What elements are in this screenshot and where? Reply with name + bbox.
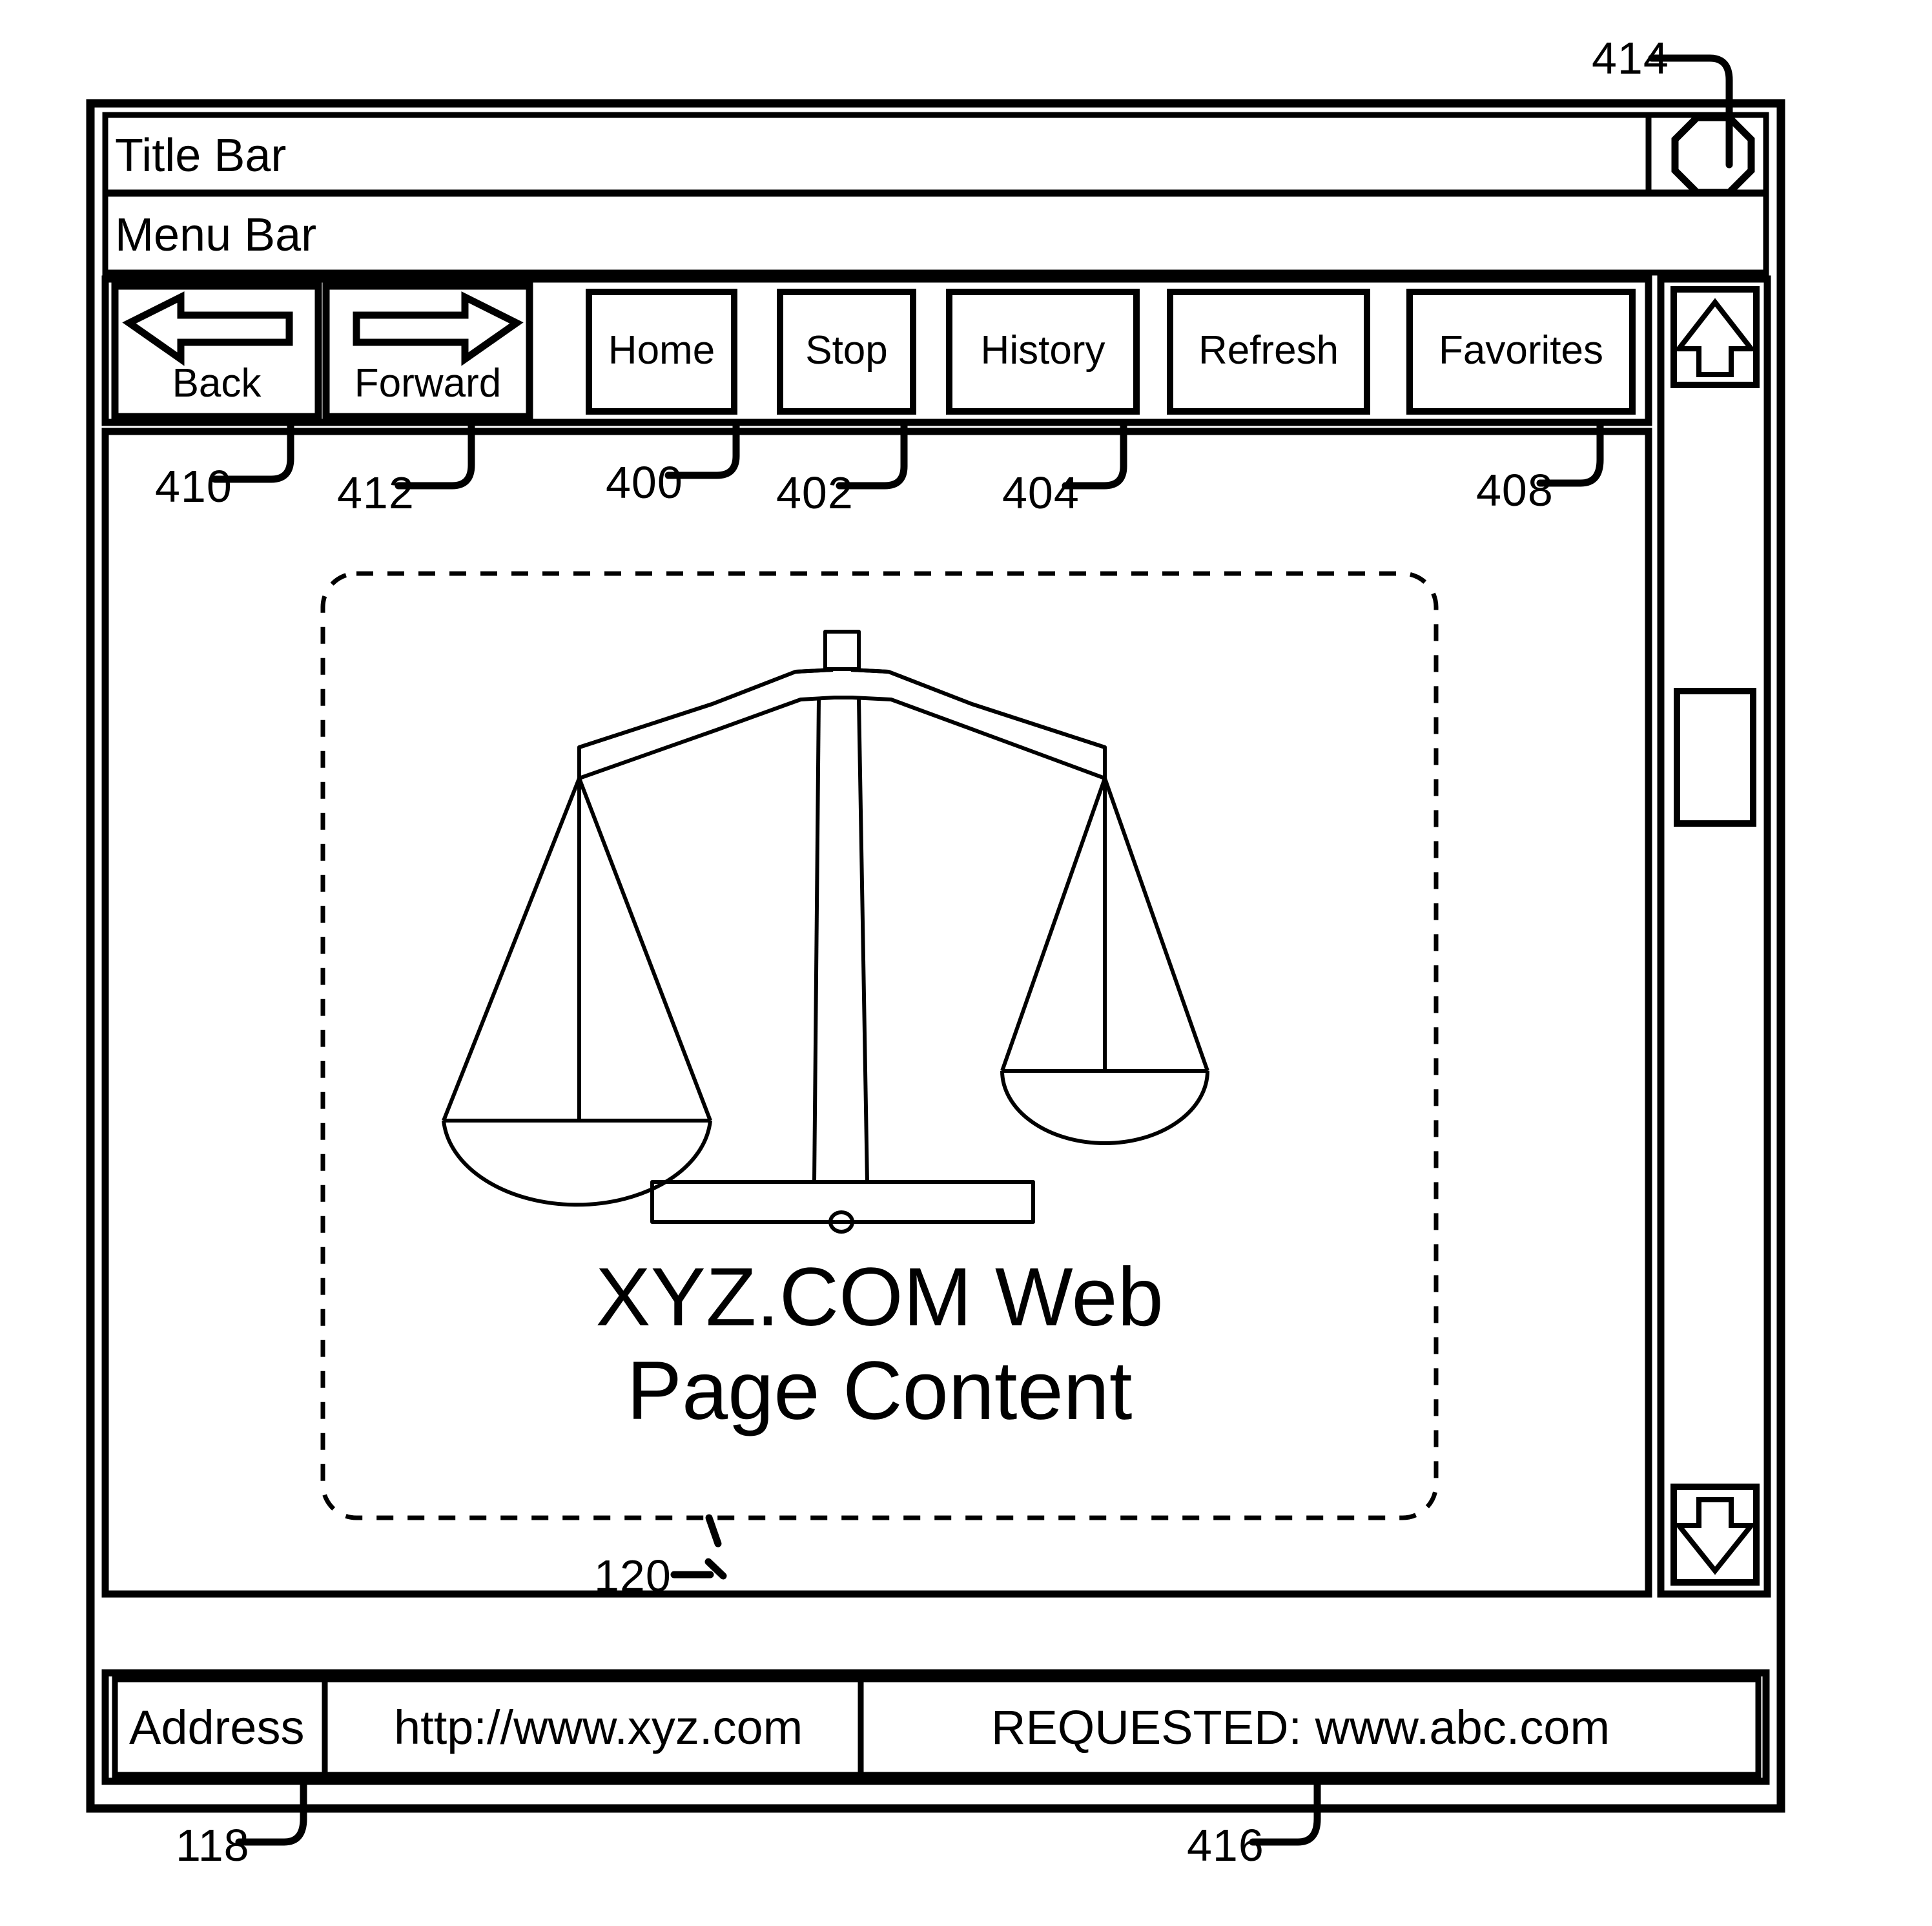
arrow-left-icon (122, 291, 293, 366)
menu-bar-label: Menu Bar (115, 209, 317, 261)
reference-numeral-416: 416 (1187, 1820, 1264, 1870)
reference-numeral-414: 414 (1592, 33, 1669, 83)
address-value[interactable]: http://www.xyz.com (394, 1704, 803, 1752)
page-content-line-2: Page Content (626, 1345, 1133, 1437)
callout-leader-120-b (705, 1514, 722, 1548)
reference-numeral-118: 118 (176, 1820, 250, 1870)
back-button-label[interactable]: Back (115, 364, 318, 404)
reference-numeral-408: 408 (1476, 465, 1554, 515)
scrollbar-thumb[interactable] (1674, 688, 1756, 827)
balance-scales-icon (442, 630, 1209, 1234)
patent-figure-page: Title Bar Menu Bar Back Forward Home Sto… (0, 0, 1932, 1926)
reference-numeral-400: 400 (606, 457, 683, 508)
scrollbar-track[interactable] (1657, 275, 1771, 1598)
arrow-right-icon (353, 291, 524, 366)
page-content-line-1: XYZ.COM Web (595, 1251, 1164, 1343)
home-button-label[interactable]: Home (589, 331, 734, 371)
reference-numeral-412: 412 (337, 468, 415, 518)
reference-numeral-402: 402 (776, 468, 854, 518)
reference-numeral-410: 410 (155, 461, 232, 512)
figure-line-art (86, 54, 1785, 1846)
refresh-button-label[interactable]: Refresh (1170, 331, 1367, 371)
octagon-icon[interactable] (1671, 114, 1755, 196)
address-label: Address (129, 1701, 305, 1754)
reference-numeral-404: 404 (1002, 468, 1080, 518)
requested-text: REQUESTED: www.abc.com (991, 1701, 1610, 1754)
title-bar (102, 112, 1769, 196)
menu-bar (102, 191, 1769, 276)
history-button-label[interactable]: History (949, 331, 1136, 371)
title-bar-label: Title Bar (115, 130, 287, 181)
forward-button-label[interactable]: Forward (326, 364, 529, 404)
arrow-up-icon (1673, 298, 1757, 377)
favorites-button-label[interactable]: Favorites (1410, 331, 1632, 371)
arrow-down-icon (1673, 1497, 1757, 1575)
stop-button-label[interactable]: Stop (780, 331, 913, 371)
reference-numeral-120: 120 (594, 1551, 672, 1601)
